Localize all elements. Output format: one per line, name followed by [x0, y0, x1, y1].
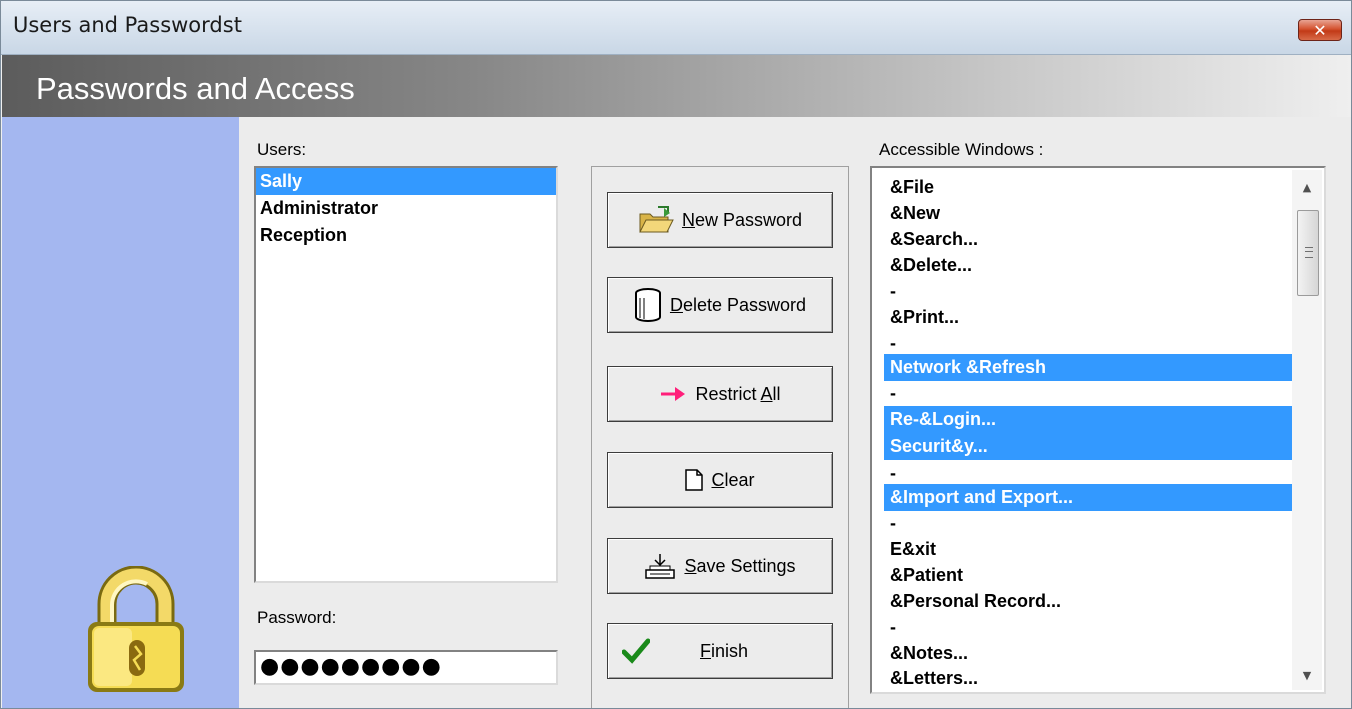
checkmark-icon: [622, 638, 650, 664]
list-item[interactable]: &Patient: [884, 562, 1292, 589]
list-item[interactable]: Reception: [256, 222, 556, 249]
clear-mnemonic: C: [711, 469, 725, 490]
header-banner: Passwords and Access: [2, 55, 1351, 117]
page-title: Passwords and Access: [36, 71, 355, 106]
delete-password-mnemonic: D: [669, 294, 683, 315]
clear-button[interactable]: Clear: [607, 452, 833, 508]
restrict-all-label-rest: ll: [772, 383, 781, 404]
list-item[interactable]: -: [884, 510, 1292, 537]
list-item[interactable]: Securit&y...: [884, 433, 1292, 460]
window: Users and Passwordst ✕ Passwords and Acc…: [0, 0, 1352, 709]
restrict-all-button[interactable]: Restrict All: [607, 366, 833, 422]
accessible-windows-label: Accessible Windows :: [879, 140, 1044, 159]
scrollbar-thumb[interactable]: [1297, 210, 1319, 296]
restrict-all-label-pre: Restrict: [695, 383, 761, 404]
list-item[interactable]: Sally: [256, 168, 556, 195]
list-item[interactable]: -: [884, 460, 1292, 487]
new-password-mnemonic: N: [681, 209, 695, 230]
grip-icon: [1305, 247, 1313, 258]
list-item[interactable]: E&xit: [884, 536, 1292, 563]
list-item[interactable]: &Import and Export...: [884, 484, 1292, 511]
list-item[interactable]: &Letters...: [884, 665, 1292, 692]
title-bar[interactable]: Users and Passwordst ✕: [1, 1, 1351, 55]
restrict-all-mnemonic: A: [760, 383, 773, 404]
list-item[interactable]: -: [884, 278, 1292, 305]
close-button[interactable]: ✕: [1298, 19, 1342, 41]
finish-mnemonic: F: [700, 640, 711, 661]
new-password-button[interactable]: New Password: [607, 192, 833, 248]
save-settings-label: ave Settings: [696, 555, 796, 576]
blank-page-icon: [685, 469, 704, 491]
trash-can-icon: [634, 288, 662, 322]
save-settings-button[interactable]: Save Settings: [607, 538, 833, 594]
arrow-right-icon: [659, 385, 687, 403]
padlock-icon: [88, 566, 184, 692]
scroll-down-arrow-icon[interactable]: ▼: [1292, 662, 1322, 690]
list-item[interactable]: Re-&Login...: [884, 406, 1292, 433]
folder-open-icon: [638, 205, 674, 235]
list-item[interactable]: Network &Refresh: [884, 354, 1292, 381]
new-password-label: ew Password: [694, 209, 803, 230]
list-item[interactable]: &File: [884, 174, 1292, 201]
list-item[interactable]: &Delete...: [884, 252, 1292, 279]
users-listbox[interactable]: Sally Administrator Reception: [254, 166, 558, 583]
password-label: Password:: [257, 608, 337, 627]
window-title: Users and Passwordst: [13, 13, 242, 37]
list-item[interactable]: &Personal Record...: [884, 588, 1292, 615]
vertical-scrollbar[interactable]: ▲ ▼: [1292, 170, 1322, 690]
list-item[interactable]: -: [884, 380, 1292, 407]
list-item[interactable]: -: [884, 330, 1292, 357]
scroll-up-arrow-icon[interactable]: ▲: [1292, 174, 1322, 202]
list-item[interactable]: &Notes...: [884, 640, 1292, 667]
list-item[interactable]: Administrator: [256, 195, 556, 222]
delete-password-button[interactable]: Delete Password: [607, 277, 833, 333]
list-item[interactable]: &Search...: [884, 226, 1292, 253]
clear-label: lear: [724, 469, 755, 490]
list-item[interactable]: -: [884, 614, 1292, 641]
list-item[interactable]: &Print...: [884, 304, 1292, 331]
delete-password-label: elete Password: [682, 294, 807, 315]
users-label: Users:: [257, 140, 307, 159]
finish-label: inish: [711, 640, 749, 661]
finish-button[interactable]: Finish: [607, 623, 833, 679]
list-item[interactable]: &New: [884, 200, 1292, 227]
accessible-windows-listbox[interactable]: &File &New &Search... &Delete... - &Prin…: [870, 166, 1326, 694]
inbox-save-icon: [644, 552, 676, 580]
password-field[interactable]: ●●●●●●●●●: [254, 650, 558, 685]
close-icon: ✕: [1313, 21, 1327, 40]
save-settings-mnemonic: S: [684, 555, 697, 576]
